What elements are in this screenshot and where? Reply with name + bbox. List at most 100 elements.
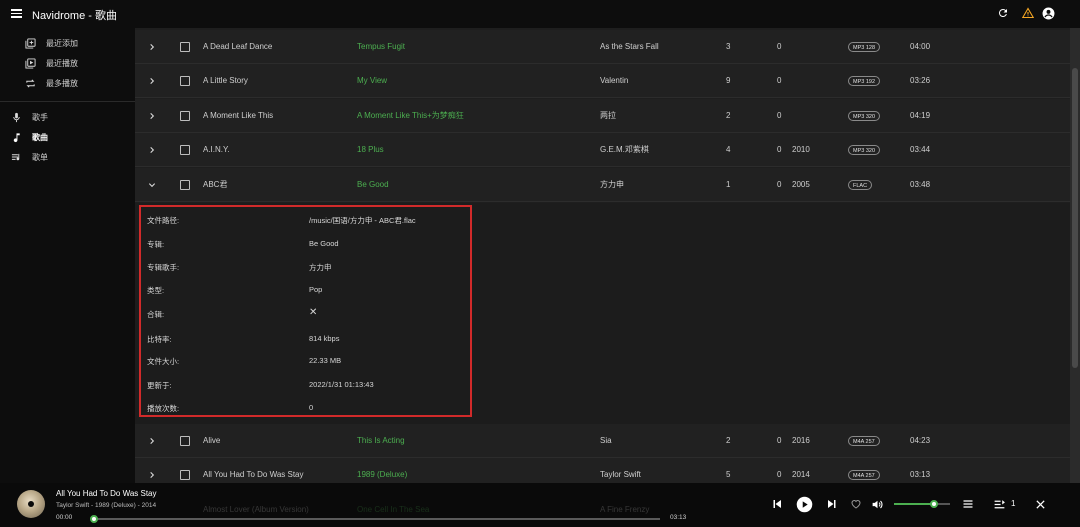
table-row[interactable]: A Dead Leaf Dance Tempus Fugit As the St… bbox=[135, 30, 1070, 64]
song-album-link[interactable]: A Moment Like This+为梦痴狂 bbox=[357, 99, 464, 133]
expand-chevron-icon[interactable] bbox=[147, 458, 157, 483]
format-badge: M4A 257 bbox=[848, 435, 880, 446]
detail-row-size: 文件大小: 22.33 MB bbox=[141, 351, 470, 371]
app-bar: Navidrome - 歌曲 bbox=[0, 0, 1080, 28]
table-row[interactable]: All You Had To Do Was Stay 1989 (Deluxe)… bbox=[135, 458, 1070, 483]
sidebar-item-label: 歌手 bbox=[32, 112, 48, 122]
queue-icon[interactable] bbox=[992, 497, 1006, 511]
detail-value: 0 bbox=[309, 403, 314, 412]
previous-icon[interactable] bbox=[770, 497, 784, 511]
account-icon[interactable] bbox=[1041, 6, 1055, 20]
song-artist[interactable]: G.E.M.邓紫棋 bbox=[600, 133, 649, 167]
row-checkbox[interactable] bbox=[180, 42, 190, 52]
song-plays: 0 bbox=[777, 180, 782, 189]
progress-knob[interactable] bbox=[90, 515, 98, 523]
expand-chevron-icon[interactable] bbox=[147, 133, 157, 167]
detail-key: 播放次数: bbox=[147, 404, 180, 413]
sidebar-item-recently-added[interactable]: 最近添加 bbox=[24, 34, 78, 52]
song-artist[interactable]: 方力申 bbox=[600, 168, 624, 202]
table-row-expanded[interactable]: ABC君 Be Good 方力申 1 0 2005 FLAC 03:48 bbox=[135, 168, 1070, 202]
sidebar-divider bbox=[0, 101, 135, 102]
detail-row-album: 专辑: Be Good bbox=[141, 234, 470, 254]
table-row[interactable]: A Little Story My View Valentin 9 0 MP3 … bbox=[135, 64, 1070, 98]
close-player-icon[interactable] bbox=[1033, 497, 1047, 511]
sidebar: 最近添加 最近播放 最多播放 歌手 歌曲 歌单 bbox=[0, 28, 135, 483]
row-checkbox[interactable] bbox=[180, 470, 190, 480]
song-track: 1 bbox=[726, 180, 731, 189]
song-album-link[interactable]: Be Good bbox=[357, 168, 389, 202]
table-row[interactable]: A Moment Like This A Moment Like This+为梦… bbox=[135, 99, 1070, 133]
expand-chevron-icon[interactable] bbox=[147, 64, 157, 98]
detail-row-bitrate: 比特率: 814 kbps bbox=[141, 329, 470, 349]
song-artist[interactable]: As the Stars Fall bbox=[600, 30, 659, 64]
song-duration: 04:19 bbox=[910, 111, 931, 120]
lyrics-menu-icon[interactable] bbox=[961, 497, 975, 511]
sidebar-item-playlists[interactable]: 歌单 bbox=[10, 148, 48, 166]
song-album-link[interactable]: 18 Plus bbox=[357, 133, 384, 167]
elapsed-time: 00:00 bbox=[56, 514, 73, 521]
volume-icon[interactable] bbox=[870, 497, 884, 511]
volume-fill bbox=[894, 503, 935, 505]
song-plays: 0 bbox=[777, 145, 782, 154]
song-track: 2 bbox=[726, 111, 731, 120]
queue-count: 1 bbox=[1011, 499, 1016, 508]
song-plays: 0 bbox=[777, 42, 782, 51]
row-checkbox[interactable] bbox=[180, 180, 190, 190]
song-year: 2005 bbox=[792, 180, 810, 189]
song-artist[interactable]: Sia bbox=[600, 424, 612, 458]
song-title: Alive bbox=[203, 436, 221, 445]
detail-value: 22.33 MB bbox=[309, 356, 342, 365]
next-icon[interactable] bbox=[825, 497, 839, 511]
detail-row-genre: 类型: Pop bbox=[141, 280, 470, 300]
song-year: 2016 bbox=[792, 436, 810, 445]
table-row[interactable]: A.I.N.Y. 18 Plus G.E.M.邓紫棋 4 0 2010 MP3 … bbox=[135, 133, 1070, 167]
play-icon[interactable] bbox=[795, 495, 813, 513]
song-track: 2 bbox=[726, 436, 731, 445]
detail-key: 专辑歌手: bbox=[147, 263, 180, 272]
library-add-icon bbox=[24, 37, 36, 49]
song-album-link[interactable]: 1989 (Deluxe) bbox=[357, 458, 407, 483]
detail-highlight-box: 文件路径: /music/国语/方力申 - ABC君.flac 专辑: Be Goo… bbox=[139, 205, 472, 417]
detail-value: Be Good bbox=[309, 239, 339, 248]
row-checkbox[interactable] bbox=[180, 145, 190, 155]
song-title: A Moment Like This bbox=[203, 111, 274, 120]
detail-row-updated: 更新于: 2022/1/31 01:13:43 bbox=[141, 375, 470, 395]
detail-row-compilation: 合辑: ✕ bbox=[141, 304, 470, 324]
volume-slider[interactable] bbox=[894, 500, 950, 508]
song-album-link[interactable]: My View bbox=[357, 64, 387, 98]
format-badge: FLAC bbox=[848, 179, 873, 190]
song-title: ABC君 bbox=[203, 180, 228, 189]
row-checkbox[interactable] bbox=[180, 76, 190, 86]
sidebar-item-label: 歌单 bbox=[32, 152, 48, 162]
heart-icon[interactable] bbox=[849, 497, 863, 511]
song-artist[interactable]: 两拉 bbox=[600, 99, 616, 133]
menu-icon[interactable] bbox=[11, 9, 22, 18]
microphone-icon bbox=[10, 111, 22, 123]
scrollbar[interactable] bbox=[1070, 28, 1080, 483]
song-album-link[interactable]: Tempus Fugit bbox=[357, 30, 405, 64]
expand-chevron-icon[interactable] bbox=[147, 30, 157, 64]
warning-icon[interactable] bbox=[1021, 6, 1035, 20]
song-title: A Little Story bbox=[203, 76, 248, 85]
song-artist[interactable]: Taylor Swift bbox=[600, 458, 641, 483]
song-track: 4 bbox=[726, 145, 731, 154]
song-album-link[interactable]: This Is Acting bbox=[357, 424, 405, 458]
sidebar-item-most-played[interactable]: 最多播放 bbox=[24, 74, 78, 92]
sidebar-item-artists[interactable]: 歌手 bbox=[10, 108, 48, 126]
format-badge: M4A 257 bbox=[848, 469, 880, 480]
album-cover[interactable] bbox=[17, 490, 45, 518]
song-artist[interactable]: Valentin bbox=[600, 64, 628, 98]
row-checkbox[interactable] bbox=[180, 111, 190, 121]
table-row[interactable]: Alive This Is Acting Sia 2 0 2016 M4A 25… bbox=[135, 424, 1070, 458]
row-checkbox[interactable] bbox=[180, 436, 190, 446]
refresh-icon[interactable] bbox=[996, 6, 1010, 20]
progress-bar[interactable] bbox=[90, 515, 660, 523]
sidebar-item-songs[interactable]: 歌曲 bbox=[10, 128, 48, 146]
format-badge: MP3 320 bbox=[848, 144, 881, 155]
collapse-chevron-icon[interactable] bbox=[147, 168, 157, 202]
format-badge: MP3 192 bbox=[848, 75, 881, 86]
sidebar-item-recently-played[interactable]: 最近播放 bbox=[24, 54, 78, 72]
scrollbar-thumb[interactable] bbox=[1072, 68, 1078, 368]
expand-chevron-icon[interactable] bbox=[147, 424, 157, 458]
expand-chevron-icon[interactable] bbox=[147, 99, 157, 133]
